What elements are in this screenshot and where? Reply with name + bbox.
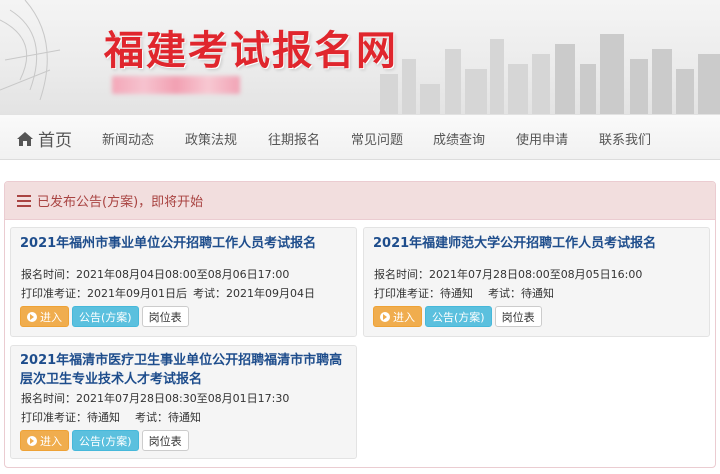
exam-card-fuqing: 2021年福清市医疗卫生事业单位公开招聘福清市市聘高 层次卫生专业技术人才考试报…	[10, 345, 357, 459]
notice-button[interactable]: 公告(方案)	[425, 306, 492, 327]
site-banner: 福建考试报名网	[0, 0, 720, 114]
card-actions: 进入 公告(方案) 岗位表	[20, 306, 189, 327]
nav-item-news[interactable]: 新闻动态	[102, 129, 154, 148]
arrow-circle-icon	[27, 311, 37, 322]
home-icon	[17, 131, 33, 146]
enter-label: 进入	[40, 434, 62, 448]
card-title[interactable]: 2021年福州市事业单位公开招聘工作人员考试报名	[20, 234, 316, 253]
nav-item-contact[interactable]: 联系我们	[599, 129, 651, 148]
enter-button[interactable]: 进入	[20, 306, 69, 327]
enter-label: 进入	[40, 310, 62, 324]
nav-item-past-registration[interactable]: 往期报名	[268, 129, 320, 148]
positions-button[interactable]: 岗位表	[141, 306, 189, 327]
nav-home[interactable]: 首页	[16, 126, 72, 151]
card-exam-date: 考试：待通知	[488, 287, 554, 300]
announcement-panel: 已发布公告(方案)，即将开始 2021年福州市事业单位公开招聘工作人员考试报名 …	[4, 181, 716, 468]
list-icon	[17, 194, 31, 207]
card-reg-time: 报名时间：2021年08月04日08:00至08月06日17:00	[21, 268, 290, 281]
card-title[interactable]: 2021年福建师范大学公开招聘工作人员考试报名	[373, 234, 656, 253]
arrow-circle-icon	[380, 311, 390, 322]
arrow-circle-icon	[27, 435, 37, 446]
notice-button[interactable]: 公告(方案)	[72, 430, 139, 451]
card-actions: 进入 公告(方案) 岗位表	[20, 430, 189, 451]
site-title: 福建考试报名网	[104, 28, 398, 74]
exam-card-fjnu: 2021年福建师范大学公开招聘工作人员考试报名 报名时间：2021年07月28日…	[363, 227, 710, 337]
nav-item-faq[interactable]: 常见问题	[351, 129, 403, 148]
city-skyline-graphic	[380, 34, 720, 114]
nav-home-label: 首页	[38, 131, 72, 151]
card-reg-time: 报名时间：2021年07月28日08:30至08月01日17:30	[21, 392, 290, 405]
card-exam-date: 考试：待通知	[135, 411, 201, 424]
main-nav: 首页 新闻动态 政策法规 往期报名 常见问题 成绩查询 使用申请 联系我们	[0, 114, 720, 160]
card-print-ticket: 打印准考证：待通知	[21, 411, 120, 424]
card-print-ticket: 打印准考证：2021年09月01日后	[21, 287, 187, 300]
nav-item-score-query[interactable]: 成绩查询	[433, 129, 485, 148]
card-exam-date: 考试：2021年09月04日	[193, 287, 315, 300]
nav-item-usage-application[interactable]: 使用申请	[516, 129, 568, 148]
card-title-line2[interactable]: 层次卫生专业技术人才考试报名	[20, 370, 202, 389]
site-subtitle-blurred	[112, 76, 240, 94]
notice-button[interactable]: 公告(方案)	[72, 306, 139, 327]
panel-title: 已发布公告(方案)，即将开始	[37, 195, 204, 210]
exam-card-fuzhou: 2021年福州市事业单位公开招聘工作人员考试报名 报名时间：2021年08月04…	[10, 227, 357, 337]
positions-button[interactable]: 岗位表	[141, 430, 189, 451]
enter-label: 进入	[393, 310, 415, 324]
card-title-line1[interactable]: 2021年福清市医疗卫生事业单位公开招聘福清市市聘高	[20, 351, 342, 370]
card-actions: 进入 公告(方案) 岗位表	[373, 306, 542, 327]
nav-item-policy[interactable]: 政策法规	[185, 129, 237, 148]
positions-button[interactable]: 岗位表	[494, 306, 542, 327]
panel-heading: 已发布公告(方案)，即将开始	[5, 182, 715, 220]
card-reg-time: 报名时间：2021年07月28日08:00至08月05日16:00	[374, 268, 643, 281]
decorative-lines	[0, 0, 61, 101]
enter-button[interactable]: 进入	[373, 306, 422, 327]
enter-button[interactable]: 进入	[20, 430, 69, 451]
card-print-ticket: 打印准考证：待通知	[374, 287, 473, 300]
